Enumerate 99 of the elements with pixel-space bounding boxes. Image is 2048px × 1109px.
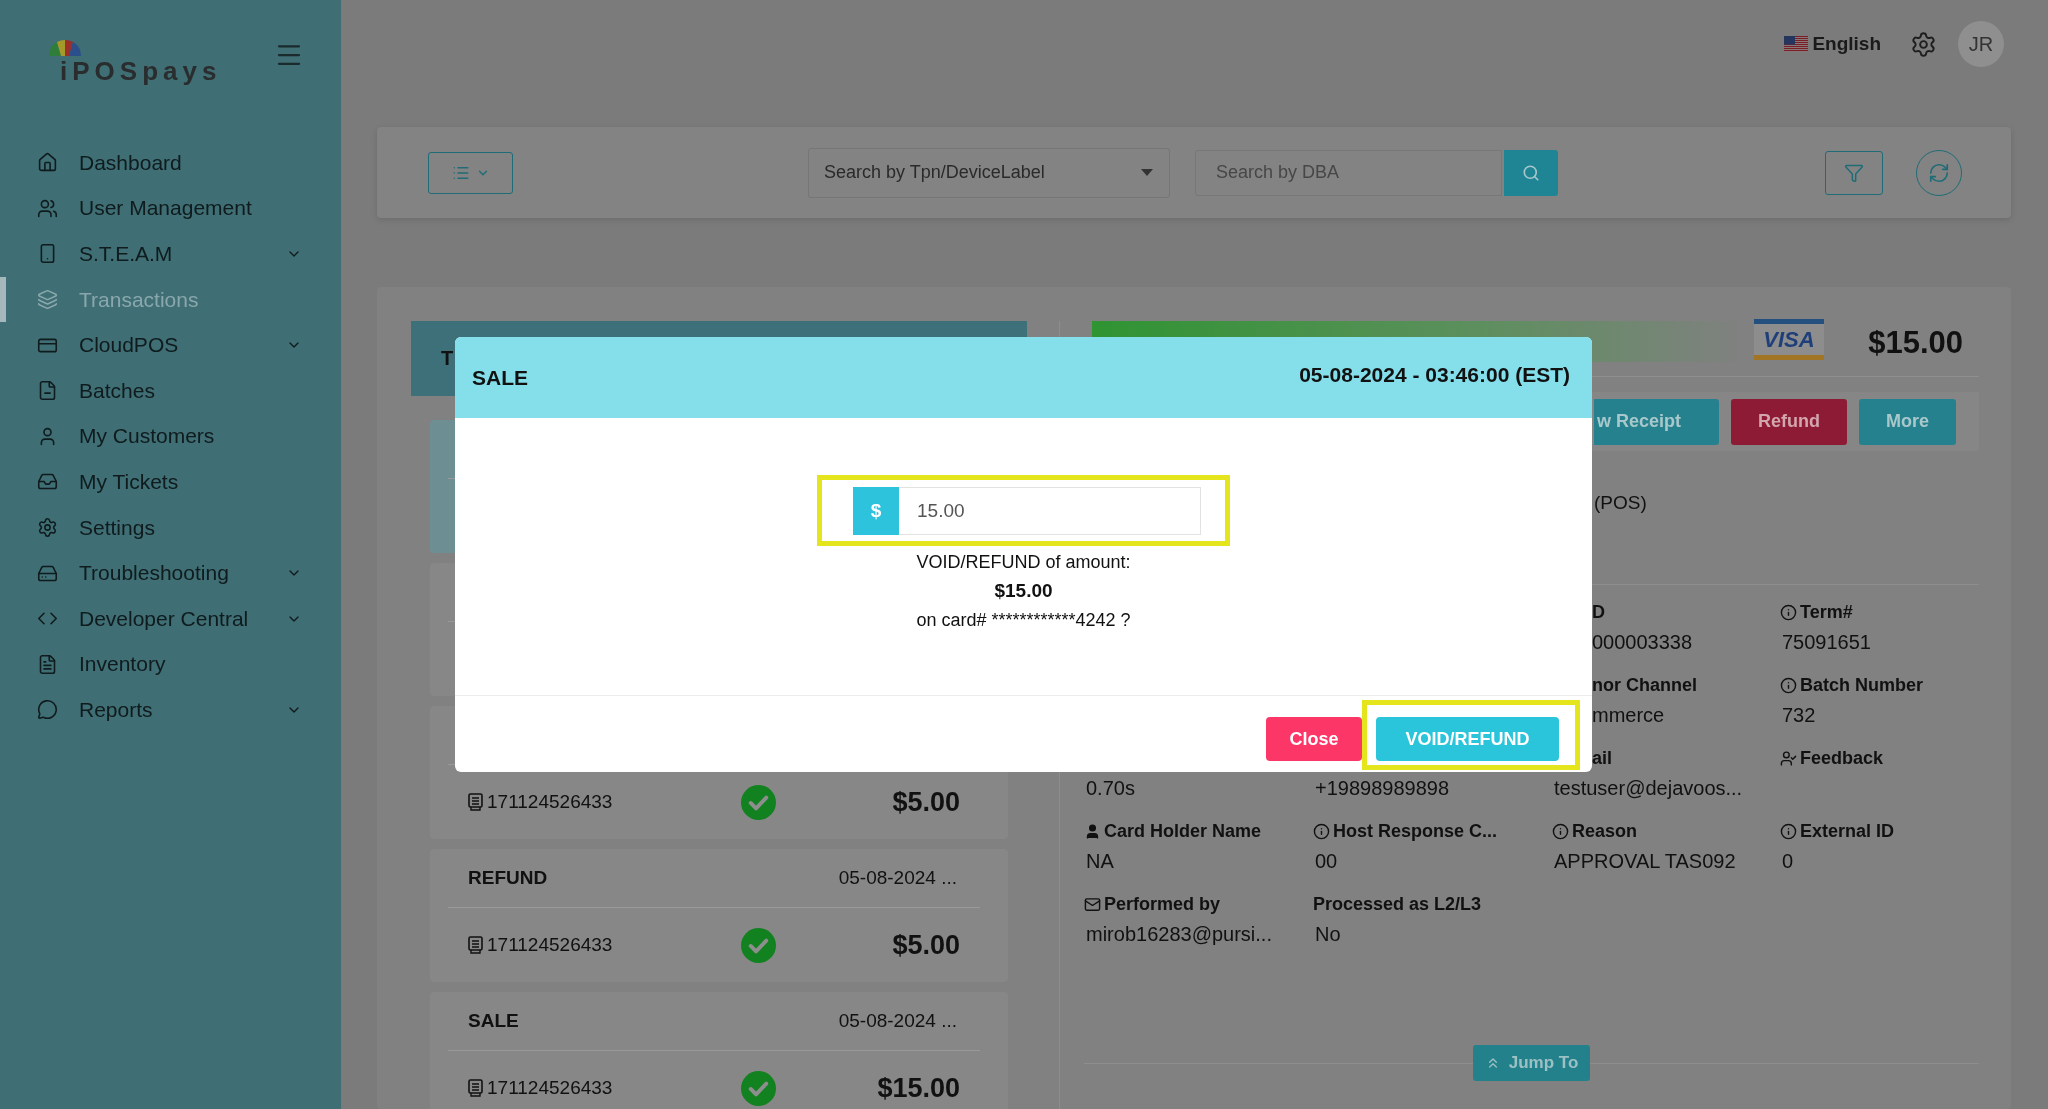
currency-addon: $	[853, 487, 899, 535]
transaction-id: 171124526433	[487, 934, 613, 956]
dialog-title: SALE	[472, 365, 528, 390]
info-icon	[1313, 823, 1330, 840]
device-select[interactable]: Search by Tpn/DeviceLabel	[808, 147, 1170, 198]
user-avatar[interactable]: JR	[1958, 21, 2004, 67]
transaction-date: 05-08-2024 ...	[838, 867, 957, 889]
detail-label: External ID	[1780, 821, 1895, 842]
refund-button[interactable]: Refund	[1731, 398, 1847, 445]
detail-value: 0	[1782, 849, 1794, 874]
sidebar-item[interactable]: Transactions	[0, 276, 341, 323]
dialog-datetime: 05-08-2024 - 03:46:00 (EST)	[1299, 362, 1570, 387]
detail-label: Term#	[1780, 602, 1853, 623]
search-button[interactable]	[1504, 149, 1558, 196]
language-selector[interactable]: English	[1784, 33, 1881, 55]
sidebar-item[interactable]: Reports	[0, 687, 341, 733]
info-icon	[1552, 823, 1569, 840]
card-number-text: on card# ************4242 ?	[916, 609, 1131, 632]
sidebar-item[interactable]: My Tickets	[0, 459, 341, 505]
detail-label: Host Response C...	[1313, 821, 1498, 842]
transaction-amount: $5.00	[891, 929, 960, 961]
user-check-icon	[1780, 750, 1797, 767]
detail-label: ail	[1592, 748, 1612, 769]
detail-value: mmerce	[1592, 703, 1665, 728]
transaction-card[interactable]: REFUND 05-08-2024 ... 171124526433 $5.00	[430, 849, 1008, 982]
sidebar-item[interactable]: Inventory	[0, 641, 341, 688]
layers-icon	[37, 289, 58, 311]
search-icon	[1522, 163, 1540, 182]
detail-value: 732	[1782, 703, 1816, 728]
sidebar-item[interactable]: CloudPOS	[0, 322, 341, 368]
filter-icon	[1844, 162, 1864, 183]
settings-icon	[37, 517, 58, 539]
detail-value: APPROVAL TAS092	[1554, 849, 1736, 874]
detail-value: 75091651	[1782, 630, 1871, 655]
refresh-icon	[1928, 161, 1950, 184]
info-icon	[1780, 677, 1797, 694]
detail-label: Processed as L2/L3	[1313, 894, 1482, 915]
sidebar-item[interactable]: Batches	[0, 367, 341, 414]
detail-value: NA	[1086, 849, 1114, 874]
sidebar-item[interactable]: User Management	[0, 185, 341, 232]
detail-value: 0.70s	[1086, 776, 1135, 801]
dba-search-field[interactable]: Search by DBA	[1195, 149, 1502, 196]
detail-value: mirob16283@pursi...	[1086, 922, 1272, 947]
sidebar-item[interactable]: Settings	[0, 504, 341, 551]
detail-value: No	[1315, 922, 1341, 947]
detail-value: testuser@dejavoos...	[1554, 776, 1743, 801]
jump-to-button[interactable]: Jump To	[1473, 1045, 1590, 1081]
caret-icon	[1141, 169, 1153, 176]
detail-label: Performed by	[1084, 894, 1221, 915]
transaction-type: SALE	[468, 1010, 519, 1032]
document-icon	[37, 653, 58, 675]
transaction-id: 171124526433	[487, 1077, 613, 1099]
settings-icon[interactable]	[1910, 30, 1937, 58]
transaction-amount: $5.00	[891, 786, 960, 818]
sidebar-item[interactable]: Troubleshooting	[0, 550, 341, 596]
detail-value: 00	[1315, 849, 1338, 874]
transaction-total: $15.00	[1868, 324, 1963, 362]
transaction-date: 05-08-2024 ...	[838, 1010, 957, 1032]
transaction-amount: $15.00	[876, 1072, 960, 1104]
detail-value: 000003338	[1592, 630, 1693, 655]
user-icon	[1084, 823, 1101, 840]
users-icon	[37, 197, 58, 219]
close-button[interactable]: Close	[1266, 717, 1362, 761]
sidebar-item[interactable]: Dashboard	[0, 140, 341, 186]
mail-icon	[1084, 896, 1101, 913]
detail-label: Batch Number	[1780, 675, 1924, 696]
sidebar-item[interactable]: My Customers	[0, 413, 341, 460]
transaction-id: 171124526433	[487, 791, 613, 813]
void-refund-button[interactable]: VOID/REFUND	[1376, 717, 1559, 761]
filter-button[interactable]	[1825, 150, 1883, 195]
action-button[interactable]: w Receipt	[1594, 398, 1719, 445]
prompt-text: VOID/REFUND of amount:	[916, 551, 1131, 574]
detail-label: Reason	[1552, 821, 1638, 842]
terminal-icon	[468, 1079, 483, 1097]
amount-input[interactable]: 15.00	[899, 487, 1201, 535]
card-brand-logo: VISA	[1754, 319, 1824, 360]
terminal-icon	[468, 793, 483, 811]
detail-label: Card Holder Name	[1084, 821, 1262, 842]
logo-text: iPOSpays	[59, 56, 222, 86]
view-mode-button[interactable]	[428, 151, 513, 194]
document-icon	[37, 380, 58, 402]
transaction-type: REFUND	[468, 867, 548, 889]
detail-label: Feedback	[1780, 748, 1884, 769]
sidebar-item[interactable]: Developer Central	[0, 595, 341, 642]
info-icon	[1780, 604, 1797, 621]
transaction-card[interactable]: SALE 05-08-2024 ... 171124526433 $15.00	[430, 992, 1008, 1109]
prompt-amount: $15.00	[994, 579, 1053, 603]
detail-label: D	[1592, 602, 1605, 623]
terminal-icon	[468, 936, 483, 954]
umbrella-logo-icon	[49, 40, 81, 56]
home-icon	[37, 152, 58, 174]
us-flag-icon	[1784, 36, 1809, 52]
info-icon	[1780, 823, 1797, 840]
detail-label: nor Channel	[1592, 675, 1697, 696]
detail-value: +19898989898	[1315, 776, 1450, 801]
action-button[interactable]: More	[1859, 398, 1956, 445]
entry-mode-text: (POS)	[1594, 492, 1647, 513]
chat-bubble-icon	[37, 699, 58, 721]
sidebar-item[interactable]: S.T.E.A.M	[0, 231, 341, 277]
